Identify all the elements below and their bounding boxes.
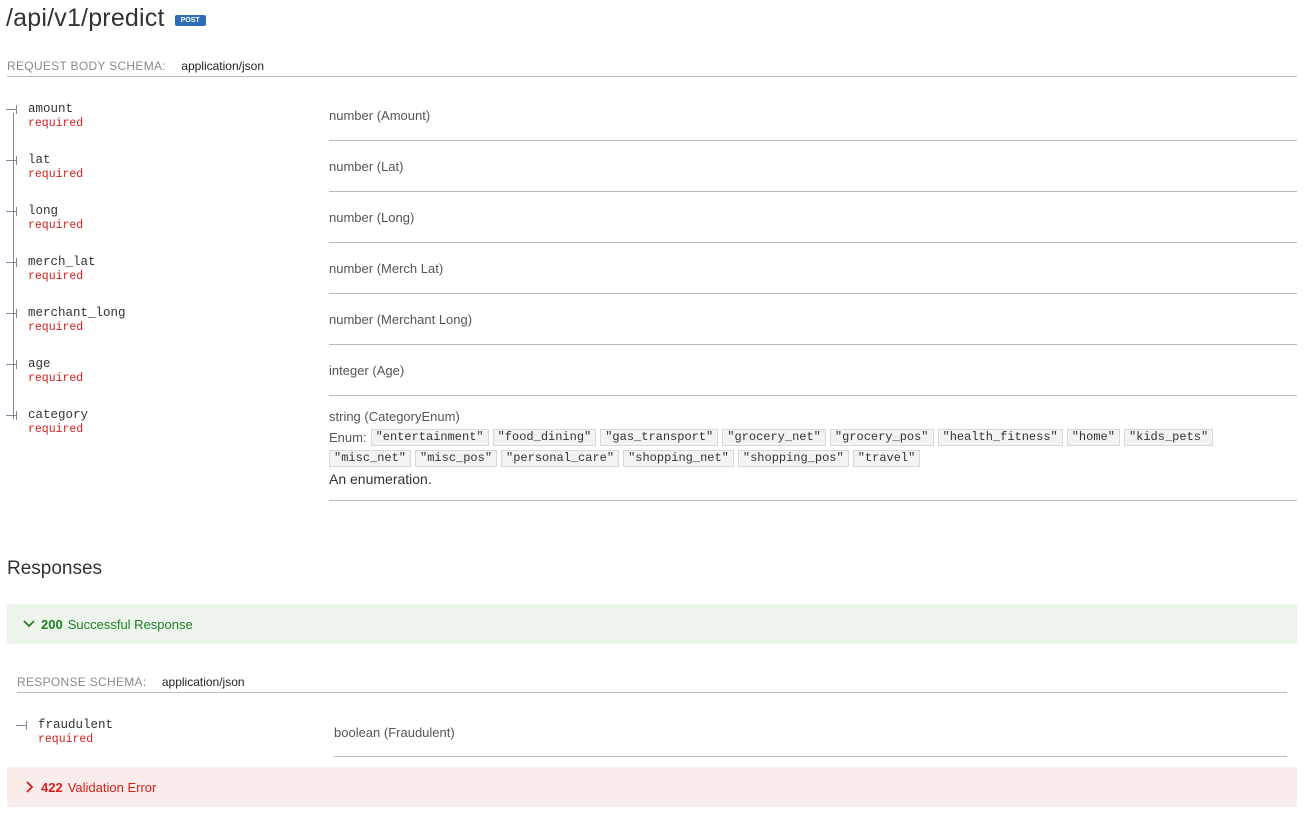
tree-branch-icon — [6, 411, 17, 420]
response-description: Successful Response — [67, 616, 193, 632]
responses-title: Responses — [7, 558, 103, 579]
enum-label: Enum: — [329, 430, 367, 445]
field-type: boolean (Fraudulent) — [334, 725, 455, 740]
enum-value: "health_fitness" — [937, 429, 1063, 446]
response-200-toggle[interactable]: 200 Successful Response — [7, 604, 1297, 644]
field-type: number (Merchant Long) — [329, 312, 473, 327]
request-body-schema-header: REQUEST BODY SCHEMA: application/json — [7, 59, 264, 73]
response-content-type: application/json — [161, 675, 245, 689]
chevron-right-icon — [26, 781, 34, 793]
required-label: required — [28, 372, 84, 385]
enum-value: "personal_care" — [501, 450, 620, 467]
enum-values-row-1: Enum: "entertainment" "food_dining" "gas… — [329, 429, 1214, 446]
field-type: string (CategoryEnum) — [329, 409, 460, 424]
enum-description: An enumeration. — [329, 471, 432, 487]
field-type: number (Lat) — [329, 159, 404, 174]
enum-value: "grocery_pos" — [829, 429, 934, 446]
field-name: lat — [28, 153, 51, 167]
field-name: merch_lat — [28, 255, 96, 269]
field-type: integer (Age) — [329, 363, 405, 378]
field-type: number (Amount) — [329, 108, 431, 123]
tree-branch-icon — [6, 309, 17, 318]
response-code: 422 — [41, 779, 63, 795]
tree-branch-icon — [16, 721, 27, 730]
required-label: required — [28, 168, 84, 181]
tree-branch-icon — [6, 258, 17, 267]
required-label: required — [28, 321, 84, 334]
enum-value: "entertainment" — [370, 429, 489, 446]
divider — [329, 191, 1297, 192]
enum-values-row-2: "misc_net" "misc_pos" "personal_care" "s… — [325, 450, 921, 467]
divider — [329, 140, 1297, 141]
field-name: merchant_long — [28, 306, 126, 320]
required-label: required — [28, 423, 84, 436]
tree-branch-icon — [6, 156, 17, 165]
required-label: required — [28, 117, 84, 130]
enum-value: "misc_net" — [329, 450, 412, 467]
enum-value: "food_dining" — [492, 429, 597, 446]
tree-branch-icon — [6, 105, 17, 114]
enum-value: "home" — [1066, 429, 1120, 446]
divider — [329, 395, 1297, 396]
endpoint-path: /api/v1/predict — [6, 4, 165, 32]
enum-value: "kids_pets" — [1123, 429, 1214, 446]
enum-value: "travel" — [852, 450, 921, 467]
divider — [329, 500, 1297, 501]
divider — [17, 692, 1287, 693]
response-schema-label: RESPONSE SCHEMA: — [17, 675, 147, 689]
field-name: fraudulent — [38, 718, 114, 732]
http-method-badge: POST — [174, 15, 206, 26]
tree-line — [13, 113, 14, 419]
divider — [329, 242, 1297, 243]
field-name: category — [28, 408, 89, 422]
required-label: required — [28, 270, 84, 283]
response-description: Validation Error — [67, 779, 157, 795]
enum-value: "grocery_net" — [722, 429, 826, 446]
divider — [334, 756, 1287, 757]
chevron-down-icon — [23, 620, 35, 628]
divider — [329, 293, 1297, 294]
divider — [7, 76, 1297, 77]
tree-branch-icon — [6, 360, 17, 369]
response-code: 200 — [41, 616, 63, 632]
response-422-toggle[interactable]: 422 Validation Error — [7, 767, 1297, 807]
field-name: long — [28, 204, 59, 218]
endpoint-header: /api/v1/predict POST — [6, 4, 206, 33]
response-schema-header: RESPONSE SCHEMA: application/json — [17, 675, 245, 689]
enum-value: "gas_transport" — [600, 429, 719, 446]
enum-value: "shopping_net" — [623, 450, 734, 467]
required-label: required — [38, 733, 94, 746]
request-content-type: application/json — [181, 59, 265, 73]
field-type: number (Merch Lat) — [329, 261, 444, 276]
field-name: age — [28, 357, 51, 371]
enum-value: "misc_pos" — [415, 450, 498, 467]
request-schema-label: REQUEST BODY SCHEMA: — [7, 59, 166, 73]
divider — [329, 344, 1297, 345]
field-type: number (Long) — [329, 210, 415, 225]
required-label: required — [28, 219, 84, 232]
field-name: amount — [28, 102, 74, 116]
tree-branch-icon — [6, 207, 17, 216]
enum-value: "shopping_pos" — [737, 450, 849, 467]
